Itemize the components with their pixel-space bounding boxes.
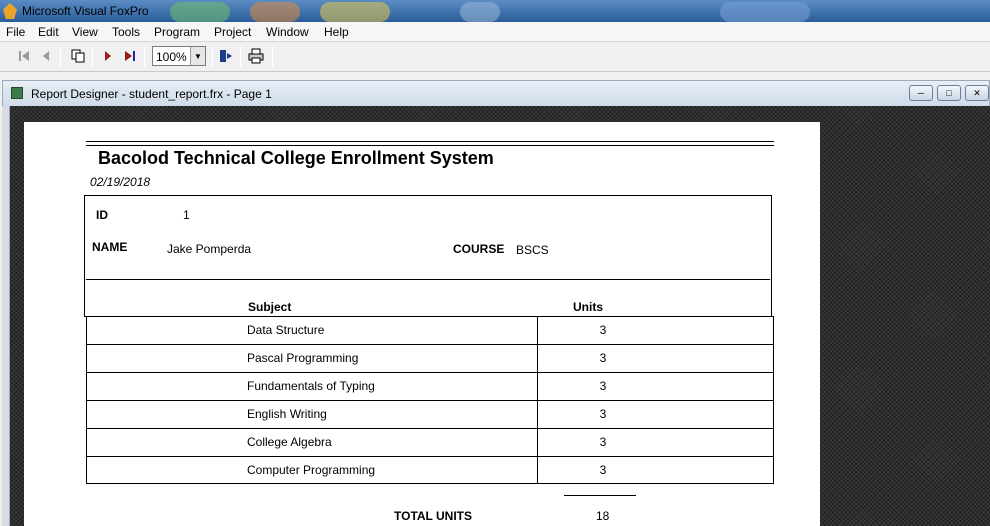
table-row-divider — [86, 456, 774, 457]
table-row-subject: Data Structure — [247, 323, 325, 337]
app-title-bar: Microsoft Visual FoxPro — [0, 0, 990, 22]
table-row-subject: English Writing — [247, 407, 327, 421]
menu-edit[interactable]: Edit — [38, 25, 59, 39]
table-row-units: 3 — [599, 463, 607, 477]
info-divider — [86, 279, 770, 280]
menu-project[interactable]: Project — [214, 25, 251, 39]
minimize-icon: ─ — [917, 88, 925, 98]
window-frame — [2, 106, 10, 526]
units-header: Units — [573, 300, 603, 314]
report-window-title-bar: Report Designer - student_report.frx - P… — [2, 80, 990, 106]
restore-button[interactable]: □ — [937, 85, 961, 101]
app-title: Microsoft Visual FoxPro — [22, 4, 149, 18]
print-icon[interactable] — [248, 48, 264, 64]
zoom-select[interactable]: 100% ▼ — [152, 46, 206, 66]
minimize-button[interactable]: ─ — [909, 85, 933, 101]
table-row-units: 3 — [599, 435, 607, 449]
toolbar-separator — [92, 46, 93, 68]
menu-help[interactable]: Help — [324, 25, 349, 39]
zoom-value: 100% — [156, 50, 187, 64]
exit-preview-icon[interactable] — [218, 48, 234, 64]
report-window-title: Report Designer - student_report.frx - P… — [31, 87, 272, 101]
first-page-icon[interactable] — [16, 48, 32, 64]
chevron-down-icon[interactable]: ▼ — [190, 47, 205, 65]
table-row-units: 3 — [599, 379, 607, 393]
taskbar-glow — [170, 2, 230, 22]
taskbar-glow — [250, 2, 300, 22]
total-rule — [564, 495, 636, 496]
foxpro-logo-icon — [3, 3, 17, 19]
name-label: NAME — [92, 240, 128, 254]
menu-view[interactable]: View — [72, 25, 98, 39]
report-date: 02/19/2018 — [90, 175, 151, 189]
last-page-icon[interactable] — [122, 48, 138, 64]
close-button[interactable]: ✕ — [965, 85, 989, 101]
table-row-subject: Pascal Programming — [247, 351, 359, 365]
report-title: Bacolod Technical College Enrollment Sys… — [98, 148, 494, 168]
taskbar-glow — [460, 2, 500, 22]
toolbar-separator — [144, 46, 145, 68]
header-rule — [86, 145, 774, 146]
next-page-icon[interactable] — [100, 48, 116, 64]
total-units-label: TOTAL UNITS — [394, 509, 472, 523]
close-icon: ✕ — [973, 87, 981, 98]
table-row-divider — [86, 372, 774, 373]
menu-tools[interactable]: Tools — [112, 25, 140, 39]
taskbar-glow — [720, 2, 810, 22]
table-row-divider — [86, 344, 774, 345]
table-row-units: 3 — [599, 407, 607, 421]
report-icon — [11, 87, 23, 99]
menu-bar: File Edit View Tools Program Project Win… — [0, 22, 990, 42]
table-row-subject: College Algebra — [247, 435, 332, 449]
subject-header: Subject — [248, 300, 292, 314]
toolbar-separator — [240, 46, 241, 68]
course-value: BSCS — [516, 243, 549, 257]
taskbar-glow — [320, 2, 390, 22]
table-row-units: 3 — [599, 351, 607, 365]
id-value: 1 — [183, 208, 190, 222]
multipage-icon[interactable] — [70, 48, 86, 64]
previous-page-icon[interactable] — [38, 48, 54, 64]
table-row-subject: Computer Programming — [247, 463, 376, 477]
id-label: ID — [96, 208, 108, 222]
restore-icon: □ — [946, 88, 952, 98]
total-units-value: 18 — [596, 509, 610, 523]
table-row-divider — [86, 428, 774, 429]
table-row-units: 3 — [599, 323, 607, 337]
toolbar-separator — [212, 46, 213, 68]
course-label: COURSE — [453, 242, 505, 256]
table-row-subject: Fundamentals of Typing — [247, 379, 375, 393]
menu-window[interactable]: Window — [266, 25, 309, 39]
toolbar-separator — [272, 46, 273, 68]
toolbar-separator — [60, 46, 61, 68]
header-rule — [86, 141, 774, 142]
table-row-divider — [86, 400, 774, 401]
menu-file[interactable]: File — [6, 25, 25, 39]
name-value: Jake Pomperda — [167, 242, 252, 256]
menu-program[interactable]: Program — [154, 25, 200, 39]
print-preview-toolbar — [0, 42, 990, 72]
